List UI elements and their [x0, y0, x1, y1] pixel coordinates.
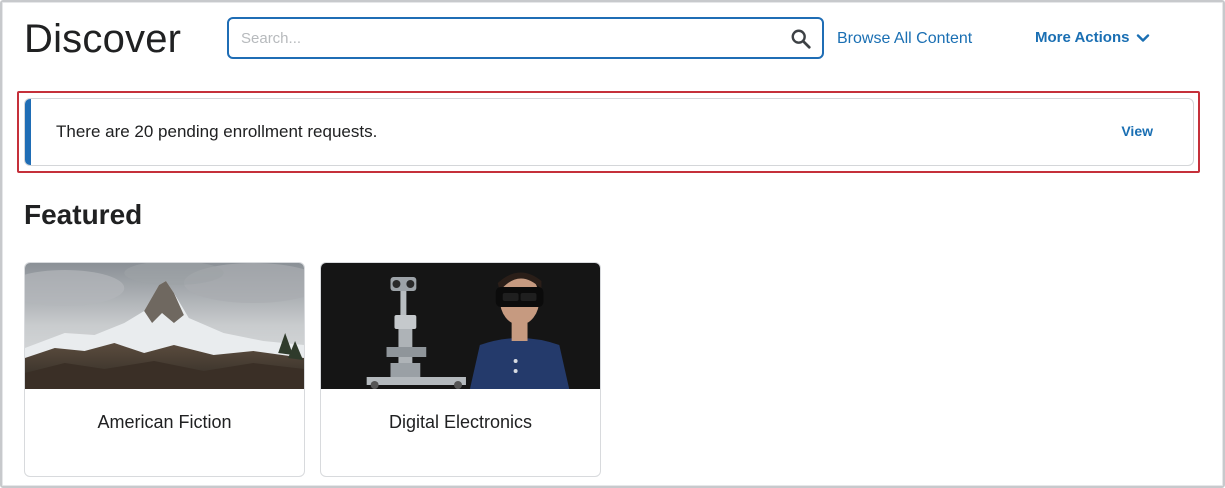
featured-heading: Featured — [24, 199, 143, 230]
card-title: American Fiction — [97, 412, 232, 432]
enrollment-alert: There are 20 pending enrollment requests… — [24, 98, 1194, 166]
search-input[interactable] — [241, 27, 781, 49]
chevron-down-icon — [1137, 34, 1150, 42]
course-card-american-fiction[interactable]: American Fiction — [24, 262, 305, 477]
search-icon[interactable] — [790, 28, 812, 50]
alert-view-link[interactable]: View — [1121, 123, 1153, 139]
browse-all-content-link[interactable]: Browse All Content — [837, 29, 972, 49]
mountain-landscape-image — [25, 263, 304, 389]
vr-headset-person-image — [321, 263, 600, 389]
more-actions-button[interactable]: More Actions — [1035, 28, 1151, 48]
page-title: Discover — [24, 17, 182, 61]
alert-message: There are 20 pending enrollment requests… — [56, 122, 378, 141]
card-title: Digital Electronics — [388, 412, 533, 432]
search-box[interactable] — [227, 17, 824, 59]
alert-accent-bar — [25, 99, 31, 165]
more-actions-label: More Actions — [1035, 29, 1130, 46]
course-card-digital-electronics[interactable]: Digital Electronics — [320, 262, 601, 477]
